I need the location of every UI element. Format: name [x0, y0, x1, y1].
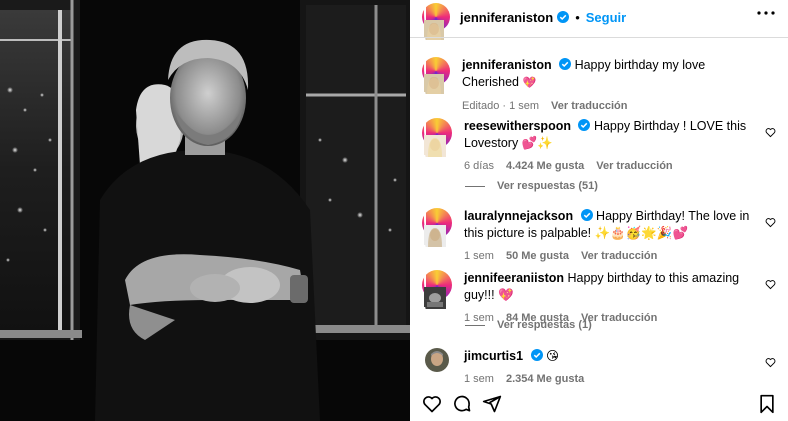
caption-username[interactable]: jenniferaniston	[462, 58, 552, 72]
verified-badge-icon	[530, 349, 543, 361]
translate-link[interactable]: Ver traducción	[581, 310, 657, 327]
comment-body: reesewitherspoon Happy Birthday ! LOVE t…	[464, 118, 754, 175]
commenter-avatar[interactable]	[425, 348, 449, 372]
comment-item: lauralynnejackson Happy Birthday! The lo…	[422, 208, 776, 265]
comment-time: 1 sem	[464, 373, 494, 385]
commenter-avatar[interactable]	[422, 208, 452, 264]
comment-likes[interactable]: 2.354 Me gusta	[506, 371, 584, 388]
header-divider	[410, 37, 788, 38]
comment-time: 1 sem	[464, 250, 494, 262]
verified-badge-icon	[557, 11, 570, 23]
comment-username[interactable]: jennifeeraniiston	[464, 271, 564, 285]
verified-badge-icon	[559, 58, 572, 70]
heart-emoji: 💖	[522, 77, 537, 89]
view-replies-button[interactable]: Ver respuestas (1)	[465, 319, 592, 331]
like-comment-heart-icon[interactable]	[765, 279, 776, 290]
translate-link[interactable]: Ver traducción	[581, 248, 657, 265]
view-replies-button[interactable]: Ver respuestas (51)	[465, 180, 598, 192]
post-action-bar	[422, 394, 776, 418]
more-options-icon[interactable]	[756, 8, 776, 18]
verified-badge-icon	[578, 119, 591, 131]
caption-avatar[interactable]	[422, 57, 450, 111]
comment-item: reesewitherspoon Happy Birthday ! LOVE t…	[422, 118, 776, 175]
translate-link[interactable]: Ver traducción	[551, 98, 627, 115]
caption-text-line2: Cherished	[462, 75, 519, 89]
comment-icon[interactable]	[452, 394, 472, 414]
comment-body: jimcurtis1 😘 1 sem 2.354 Me gusta	[464, 348, 754, 388]
comment-body: lauralynnejackson Happy Birthday! The lo…	[464, 208, 754, 265]
comment-likes[interactable]: 4.424 Me gusta	[506, 158, 584, 175]
bookmark-icon[interactable]	[758, 394, 776, 414]
like-comment-heart-icon[interactable]	[765, 217, 776, 228]
replies-line	[465, 185, 485, 187]
comment-time: 6 días	[464, 160, 494, 172]
comment-text: 😘	[546, 349, 560, 363]
post-photo[interactable]	[0, 0, 410, 421]
commenter-avatar[interactable]	[422, 270, 452, 326]
instagram-post-view: jenniferaniston • Seguir jenniferaniston…	[0, 0, 788, 421]
author-username[interactable]: jenniferaniston	[460, 10, 553, 25]
comment-username[interactable]: reesewitherspoon	[464, 119, 571, 133]
comment-username[interactable]: lauralynnejackson	[464, 209, 573, 223]
post-header: jenniferaniston • Seguir	[422, 3, 786, 57]
view-replies-label[interactable]: Ver respuestas (51)	[497, 180, 598, 192]
author-avatar[interactable]	[422, 3, 450, 57]
translate-link[interactable]: Ver traducción	[596, 158, 672, 175]
like-comment-heart-icon[interactable]	[765, 127, 776, 138]
heart-icon[interactable]	[422, 394, 442, 414]
caption-edited-time: Editado · 1 sem	[462, 100, 540, 112]
post-side-panel: jenniferaniston • Seguir jenniferaniston…	[410, 0, 788, 421]
comment-username[interactable]: jimcurtis1	[464, 349, 523, 363]
post-caption: jenniferaniston Happy birthday my love C…	[422, 57, 770, 115]
comment-likes[interactable]: 50 Me gusta	[506, 248, 569, 265]
replies-line	[465, 324, 485, 326]
header-separator: •	[575, 9, 580, 25]
like-comment-heart-icon[interactable]	[765, 357, 776, 368]
caption-text: Happy birthday my love	[574, 58, 706, 72]
commenter-avatar[interactable]	[422, 118, 452, 174]
comment-item: jimcurtis1 😘 1 sem 2.354 Me gusta	[422, 348, 776, 388]
verified-badge-icon	[580, 209, 593, 221]
view-replies-label[interactable]: Ver respuestas (1)	[497, 319, 592, 331]
share-icon[interactable]	[482, 394, 502, 414]
caption-body: jenniferaniston Happy birthday my love C…	[462, 57, 752, 115]
follow-button[interactable]: Seguir	[586, 10, 626, 25]
post-photo-image	[0, 0, 410, 421]
